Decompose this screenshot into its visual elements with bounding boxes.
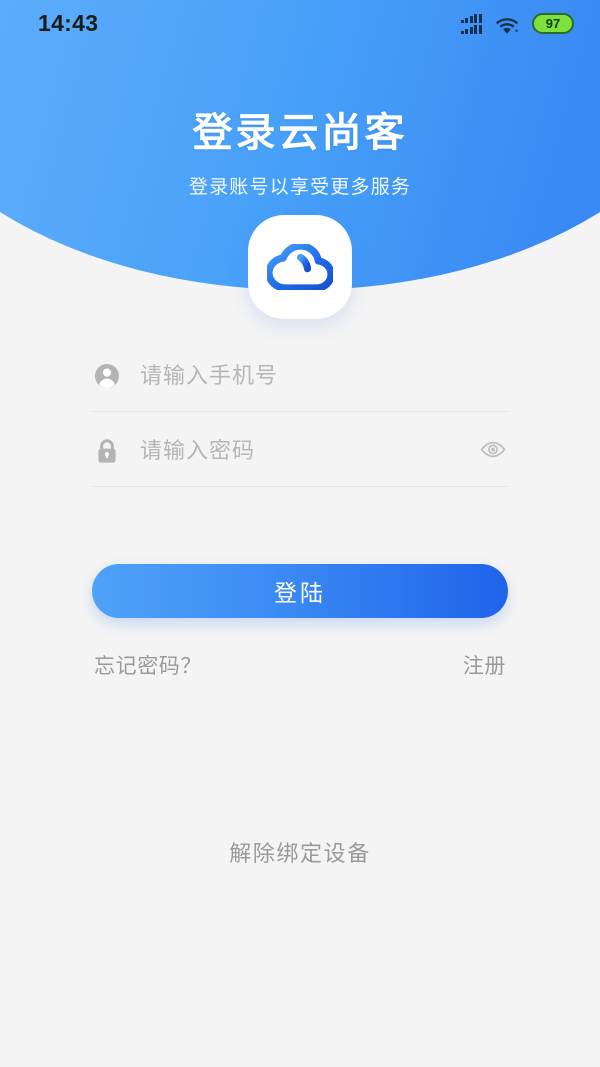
login-screen: 14:43 97 登录云尚客 登录账号以享受更多服务 请输入手机号 登陆 忘记密… (0, 0, 600, 1067)
status-bar: 14:43 97 (0, 0, 600, 46)
login-form: 登陆 忘记密码？ 注册 (0, 340, 600, 680)
cloud-logo-icon (248, 215, 352, 319)
status-bar-clock: 14:43 (38, 9, 99, 36)
person-icon (92, 361, 122, 391)
battery-level-label: 97 (545, 15, 561, 31)
password-field-row[interactable] (92, 415, 508, 487)
unbind-device-row: 解除绑定设备 (0, 836, 600, 868)
login-button[interactable]: 登陆 (92, 564, 508, 618)
password-input[interactable] (140, 437, 478, 464)
toggle-password-visibility-button[interactable] (478, 436, 508, 466)
wifi-icon (495, 15, 519, 34)
lock-icon (92, 436, 122, 466)
forgot-password-link[interactable]: 忘记密码？ (94, 650, 202, 680)
phone-field-row[interactable] (92, 340, 508, 412)
status-bar-indicators: 97 (460, 12, 574, 34)
phone-input[interactable] (140, 362, 508, 389)
register-link[interactable]: 注册 (463, 650, 506, 680)
eye-icon (480, 441, 506, 461)
auth-links-row: 忘记密码？ 注册 (92, 650, 508, 680)
battery-icon: 97 (532, 12, 574, 34)
unbind-device-link[interactable]: 解除绑定设备 (229, 841, 371, 866)
page-subtitle: 登录账号以享受更多服务 (188, 177, 412, 198)
dual-signal-bars-icon (460, 13, 482, 34)
page-title: 登录云尚客 (192, 111, 408, 155)
